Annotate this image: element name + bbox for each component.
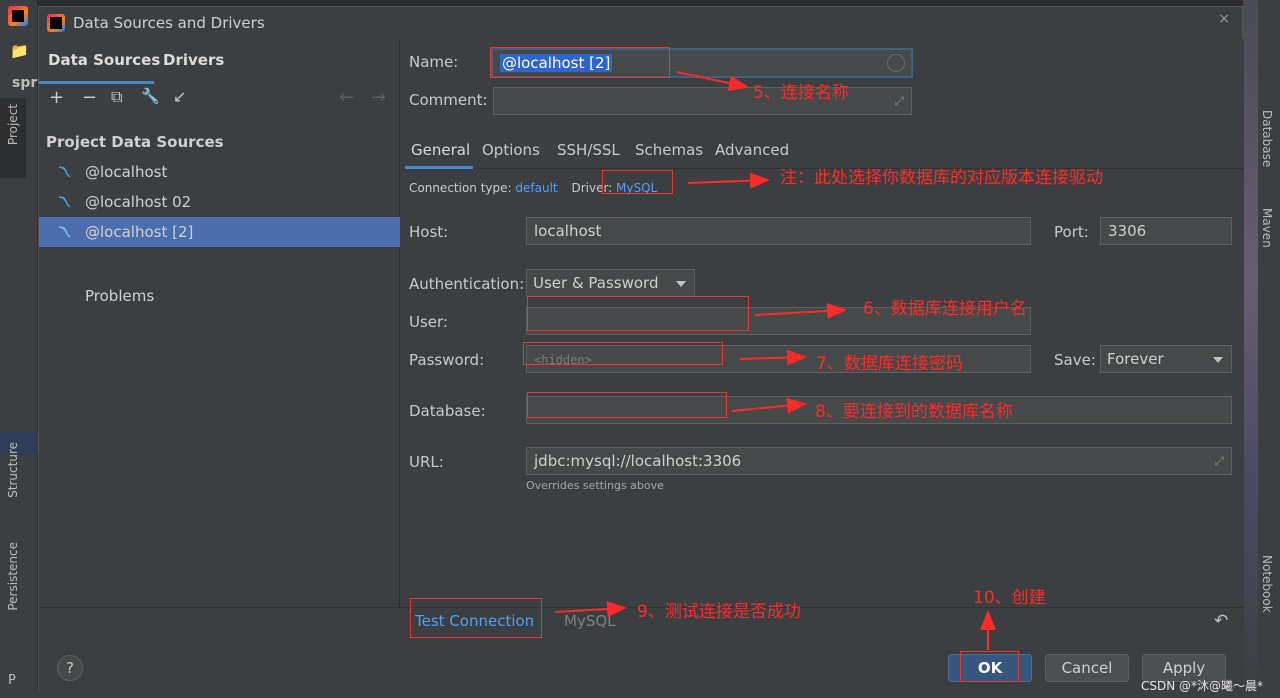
tab-schemas[interactable]: Schemas (635, 141, 703, 159)
copy-icon[interactable]: ⧉ (111, 87, 122, 107)
annotation-driver-note: 注：此处选择你数据库的对应版本连接驱动 (780, 168, 1103, 188)
remove-icon[interactable]: − (82, 87, 97, 108)
tool-tab-project[interactable]: Project (6, 104, 20, 145)
url-label: URL: (409, 453, 444, 471)
wrench-icon[interactable]: 🔧 (141, 87, 160, 105)
annotation-connection-name: 5、连接名称 (753, 83, 849, 103)
back-arrow-icon[interactable]: ← (339, 87, 354, 108)
name-label: Name: (409, 53, 459, 71)
mysql-dolphin-icon (57, 164, 73, 180)
authentication-value: User & Password (533, 274, 659, 292)
annotation-box-driver (602, 170, 673, 194)
annotation-test-connection: 9、测试连接是否成功 (637, 602, 801, 622)
data-source-label: @localhost 02 (85, 193, 192, 211)
annotation-box-name (490, 47, 670, 78)
annotation-box-database (527, 392, 727, 418)
help-button[interactable]: ? (57, 655, 83, 681)
folder-icon[interactable]: 📁 (10, 42, 29, 60)
driver-name-footer: MySQL (564, 612, 616, 630)
app-icon (47, 14, 65, 32)
tab-general[interactable]: General (411, 141, 470, 159)
data-source-item-selected[interactable]: @localhost [2] (39, 217, 400, 247)
color-circle-icon[interactable] (887, 54, 905, 72)
url-input[interactable]: jdbc:mysql://localhost:3306 ⤢ (526, 447, 1232, 475)
annotation-box-ok (960, 651, 1019, 682)
data-source-item[interactable]: @localhost (39, 157, 400, 187)
data-source-item[interactable]: @localhost 02 (39, 187, 400, 217)
left-tabs: Data Sources Drivers (39, 45, 399, 84)
add-icon[interactable]: + (49, 87, 64, 108)
project-name-short: spr (12, 75, 38, 91)
data-source-label: @localhost [2] (85, 223, 194, 241)
ide-editor-background (1243, 0, 1258, 698)
annotation-create: 10、创建 (973, 588, 1046, 608)
tool-tab-notebook[interactable]: Notebook (1260, 555, 1274, 613)
dialog-titlebar: Data Sources and Drivers × (39, 7, 1242, 39)
annotation-box-test-connection (410, 598, 542, 638)
tab-data-sources[interactable]: Data Sources (48, 51, 160, 69)
bottom-tool-tab[interactable]: P (8, 673, 16, 688)
left-toolbar: + − ⧉ 🔧 ↙ ← → (39, 83, 399, 115)
tool-tab-structure[interactable]: Structure (6, 442, 20, 498)
port-input[interactable]: 3306 (1100, 217, 1232, 245)
password-label: Password: (409, 351, 485, 369)
connection-type-label: Connection type: (409, 181, 512, 195)
dialog-title: Data Sources and Drivers (73, 14, 265, 32)
revert-icon[interactable]: ↶ (1214, 611, 1228, 631)
annotation-database-name: 8、要连接到的数据库名称 (815, 402, 1013, 422)
save-value: Forever (1107, 350, 1164, 368)
tab-ssh-ssl[interactable]: SSH/SSL (557, 141, 620, 159)
problems-item[interactable]: Problems (85, 287, 154, 305)
expand-icon[interactable]: ⤢ (1214, 454, 1224, 469)
port-label: Port: (1054, 223, 1089, 241)
comment-label: Comment: (409, 91, 488, 109)
authentication-select[interactable]: User & Password (526, 269, 695, 297)
tool-tab-database[interactable]: Database (1260, 110, 1274, 167)
annotation-box-user (527, 296, 749, 331)
authentication-label: Authentication: (409, 275, 525, 293)
comment-input[interactable]: ⤢ (493, 87, 912, 115)
annotation-box-password (523, 342, 723, 365)
tab-advanced[interactable]: Advanced (715, 141, 789, 159)
connection-type-link[interactable]: default (515, 181, 557, 195)
chevron-down-icon (1213, 357, 1223, 363)
csdn-watermark: CSDN @*沐@曦～晨* (1141, 679, 1264, 693)
mysql-dolphin-icon (57, 194, 73, 210)
tool-tab-maven[interactable]: Maven (1260, 208, 1274, 248)
project-data-sources-heading: Project Data Sources (46, 133, 224, 151)
import-icon[interactable]: ↙ (173, 87, 186, 106)
forward-arrow-icon[interactable]: → (371, 87, 386, 108)
host-label: Host: (409, 223, 449, 241)
tab-options[interactable]: Options (482, 141, 540, 159)
annotation-password: 7、数据库连接密码 (816, 354, 963, 374)
database-label: Database: (409, 402, 486, 420)
chevron-down-icon (676, 281, 686, 287)
close-icon[interactable]: × (1218, 11, 1230, 27)
tool-tab-persistence[interactable]: Persistence (6, 542, 20, 611)
tab-drivers[interactable]: Drivers (163, 51, 224, 69)
user-label: User: (409, 313, 448, 331)
data-sources-panel: Data Sources Drivers + − ⧉ 🔧 ↙ ← → Proje… (39, 39, 400, 607)
save-label: Save: (1054, 351, 1096, 369)
cancel-button[interactable]: Cancel (1045, 654, 1129, 682)
annotation-username: 6、数据库连接用户名 (863, 299, 1027, 319)
active-tab-indicator (405, 166, 473, 169)
url-hint: Overrides settings above (526, 479, 664, 492)
expand-icon[interactable]: ⤢ (894, 94, 904, 109)
mysql-dolphin-icon (57, 224, 73, 240)
url-value: jdbc:mysql://localhost:3306 (534, 452, 742, 470)
data-source-label: @localhost (85, 163, 168, 181)
ide-logo-icon (8, 6, 28, 26)
host-input[interactable]: localhost (526, 217, 1031, 245)
save-select[interactable]: Forever (1100, 345, 1232, 373)
